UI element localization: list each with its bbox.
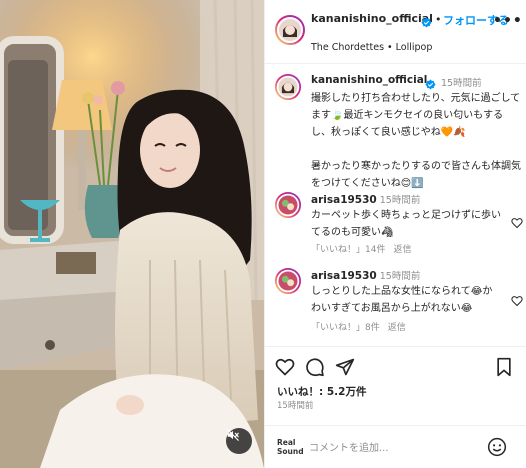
comment-like-count[interactable]: 「いいね！」14件 bbox=[311, 245, 385, 255]
comment-like-heart-icon[interactable] bbox=[511, 214, 523, 233]
add-comment-bar: Real Sound bbox=[265, 425, 526, 468]
reply-button[interactable]: 返信 bbox=[393, 245, 411, 255]
like-count[interactable]: いいね！: 5.2万件 bbox=[277, 384, 366, 399]
post-timestamp[interactable]: 15時間前 bbox=[277, 399, 313, 411]
post-side-panel: kananishino_official • フォローする ••• The Ch… bbox=[264, 0, 526, 468]
music-track-link[interactable]: The Chordettes • Lollipop bbox=[311, 42, 432, 53]
commenter-avatar[interactable] bbox=[275, 192, 301, 222]
caption-username[interactable]: kananishino_official bbox=[311, 74, 427, 86]
comment-username-text[interactable]: arisa19530 bbox=[311, 270, 377, 282]
caption-author-avatar[interactable] bbox=[275, 74, 301, 104]
comment-bubble-icon[interactable] bbox=[305, 357, 325, 381]
author-username[interactable]: kananishino_official bbox=[311, 11, 433, 26]
avatar-icon bbox=[275, 74, 301, 100]
avatar-icon bbox=[275, 192, 301, 218]
comment-input[interactable] bbox=[309, 439, 469, 457]
watermark-line-2: Sound bbox=[277, 447, 304, 456]
bookmark-save-icon[interactable] bbox=[495, 357, 513, 381]
comment-username[interactable]: arisa19530 15時間前 bbox=[311, 192, 420, 206]
photo-illustration bbox=[0, 0, 264, 468]
caption-timestamp[interactable]: 15時間前 bbox=[441, 75, 482, 89]
comment-username-text[interactable]: arisa19530 bbox=[311, 194, 377, 206]
comment-timestamp[interactable]: 15時間前 bbox=[380, 195, 421, 206]
avatar-story-ring-icon bbox=[275, 15, 305, 45]
comment-timestamp[interactable]: 15時間前 bbox=[380, 271, 421, 282]
mute-toggle-button[interactable] bbox=[226, 428, 252, 454]
more-options-icon[interactable]: ••• bbox=[493, 13, 523, 29]
share-paper-plane-icon[interactable] bbox=[335, 357, 355, 381]
comment-text: カーペット歩く時ちょっと足つけずに歩いてるのも可愛い🦓 bbox=[311, 210, 501, 238]
watermark-line-1: Real bbox=[277, 438, 296, 447]
author-avatar[interactable] bbox=[275, 15, 305, 49]
like-heart-icon[interactable] bbox=[275, 357, 295, 381]
post-photo[interactable] bbox=[0, 0, 264, 468]
realsound-watermark: Real Sound bbox=[277, 438, 304, 456]
emoji-picker-icon[interactable] bbox=[487, 437, 507, 461]
comment-meta: 「いいね！」14件 返信 bbox=[311, 242, 419, 255]
post-actions: いいね！: 5.2万件 15時間前 Real Sound bbox=[265, 346, 526, 468]
separator-dot: • bbox=[435, 13, 442, 26]
comment-like-heart-icon[interactable] bbox=[511, 292, 523, 311]
speaker-muted-icon bbox=[227, 429, 239, 441]
verified-badge-icon bbox=[421, 13, 432, 32]
comment-username[interactable]: arisa19530 15時間前 bbox=[311, 268, 420, 282]
caption-text: 撮影したり打ち合わせしたり、元気に過ごしてます🍃最近キンモクセイの良い匂いもする… bbox=[311, 93, 521, 189]
post-header: kananishino_official • フォローする ••• The Ch… bbox=[265, 0, 526, 64]
comment-text: しっとりした上品な女性になられて😂かわいすぎてお風呂から上がれない😂 bbox=[311, 286, 493, 314]
avatar-icon bbox=[275, 268, 301, 294]
comment-like-count[interactable]: 「いいね！」8件 bbox=[311, 323, 380, 333]
reply-button[interactable]: 返信 bbox=[388, 323, 406, 333]
commenter-avatar[interactable] bbox=[275, 268, 301, 298]
comment-meta: 「いいね！」8件 返信 bbox=[311, 320, 414, 333]
